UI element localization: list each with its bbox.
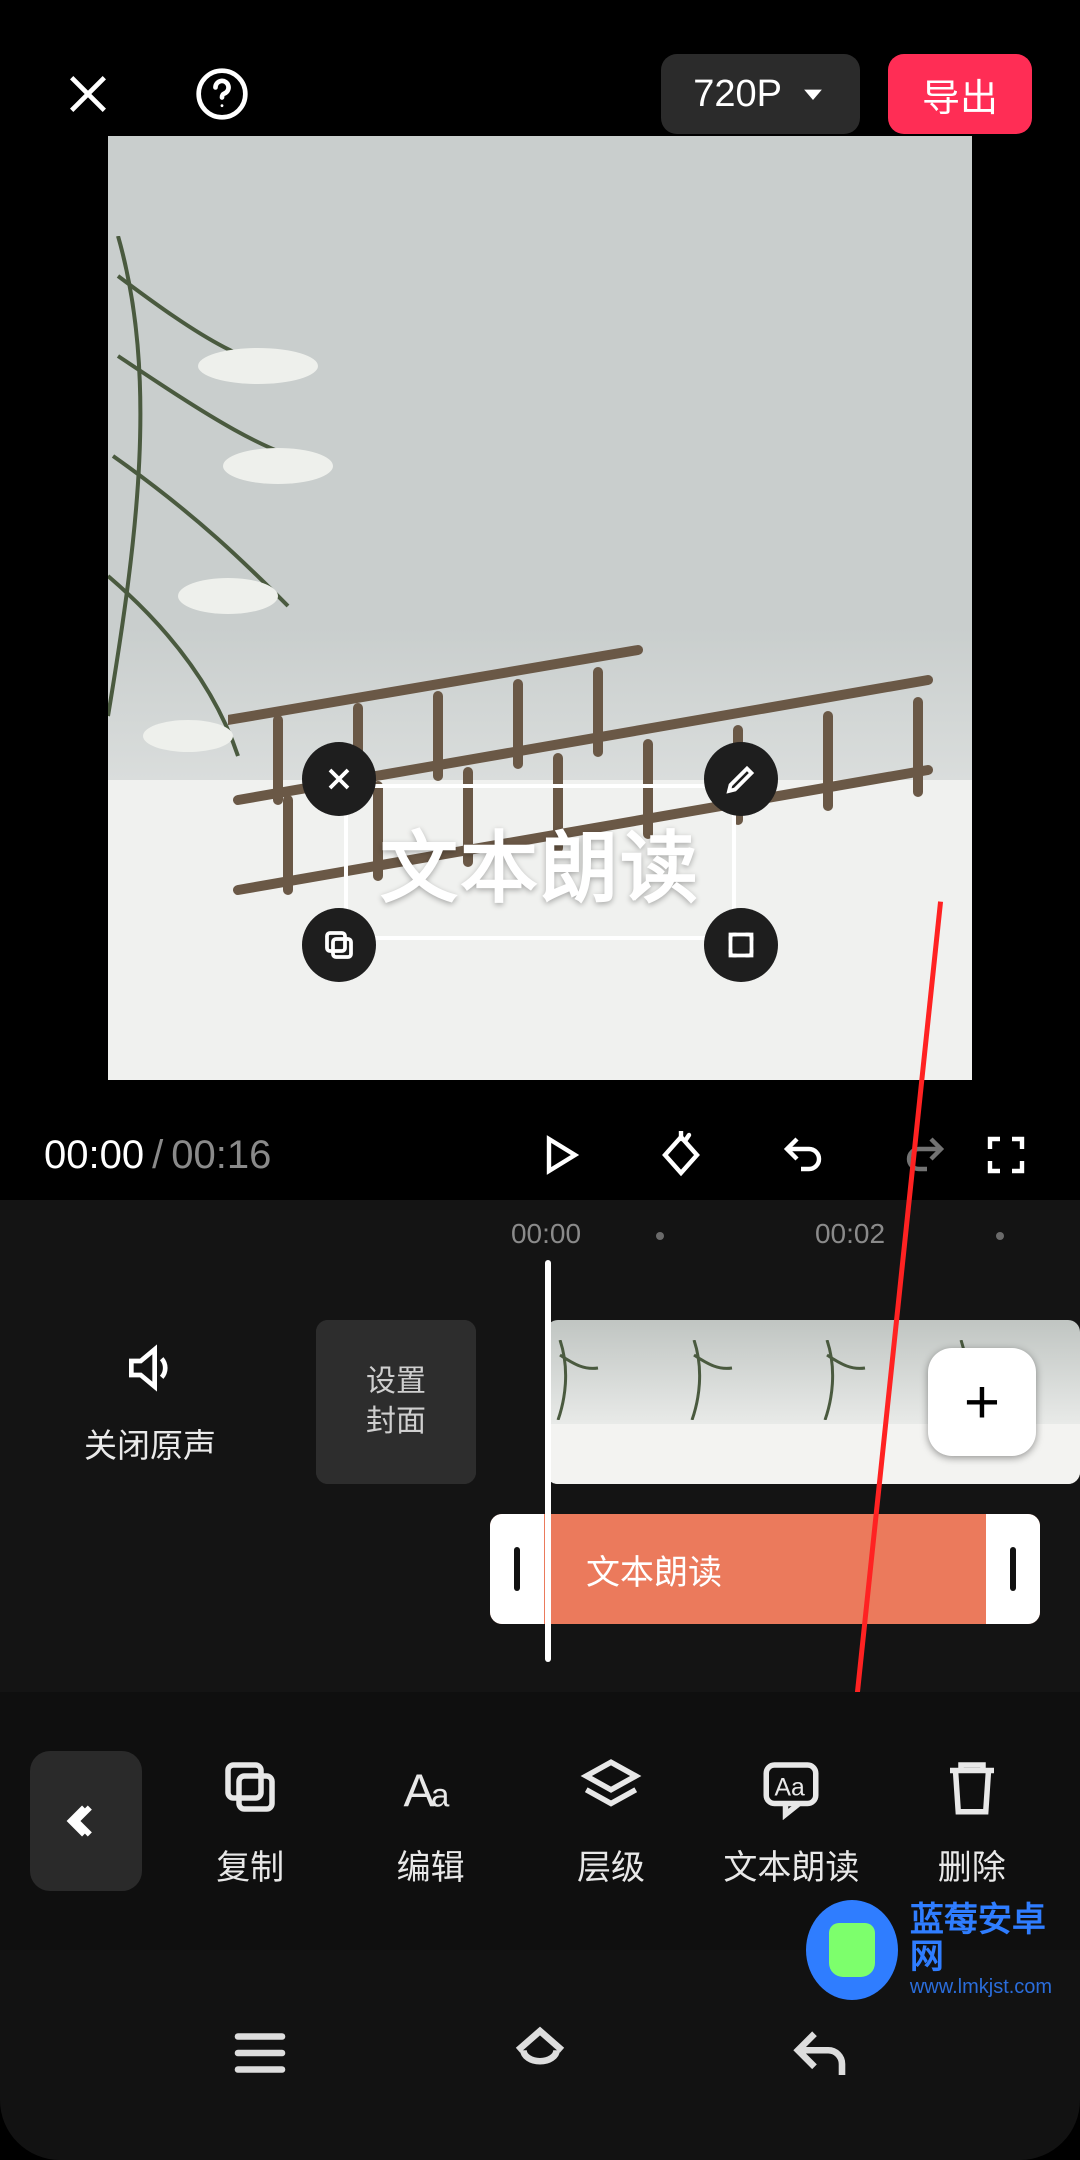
text-edit-handle[interactable] — [704, 742, 778, 816]
tool-edit[interactable]: Aa 编辑 — [356, 1754, 506, 1889]
cover-label-line2: 封面 — [366, 1402, 426, 1443]
text-overlay-content: 文本朗读 — [380, 824, 700, 912]
tool-label: 删除 — [938, 1840, 1006, 1889]
timeline[interactable]: 00:00 00:02 关闭原声 设置 封面 + — [0, 1200, 1080, 1692]
svg-text:Aa: Aa — [775, 1774, 806, 1801]
tool-text-to-speech[interactable]: Aa 文本朗读 — [716, 1754, 866, 1889]
copy-icon — [217, 1754, 283, 1820]
cover-label-line1: 设置 — [366, 1362, 426, 1403]
text-delete-handle[interactable] — [302, 742, 376, 816]
total-time: 00:16 — [171, 1133, 271, 1178]
nav-menu-button[interactable] — [227, 2020, 293, 2091]
play-button[interactable] — [529, 1125, 589, 1185]
tts-icon: Aa — [758, 1754, 824, 1820]
nav-back-button[interactable] — [787, 2020, 853, 2091]
track-trim-left[interactable] — [490, 1514, 544, 1624]
playhead[interactable] — [545, 1260, 551, 1662]
help-button[interactable] — [182, 54, 262, 134]
resolution-selector[interactable]: 720P — [661, 54, 860, 134]
export-label: 导出 — [922, 67, 998, 122]
layers-icon — [578, 1754, 644, 1820]
tool-delete[interactable]: 删除 — [897, 1754, 1047, 1889]
resolution-label: 720P — [693, 73, 782, 116]
text-track-label: 文本朗读 — [586, 1545, 722, 1594]
add-clip-button[interactable]: + — [928, 1348, 1036, 1456]
close-button[interactable] — [48, 54, 128, 134]
tool-label: 层级 — [577, 1840, 645, 1889]
set-cover-button[interactable]: 设置 封面 — [316, 1320, 476, 1484]
keyframe-button[interactable] — [651, 1125, 711, 1185]
mute-original-audio[interactable]: 关闭原声 — [0, 1340, 300, 1467]
text-track-item[interactable]: 文本朗读 — [490, 1514, 1040, 1624]
text-scale-handle[interactable] — [704, 908, 778, 982]
ruler-label: 00:02 — [815, 1218, 885, 1250]
ruler-tick — [996, 1232, 1004, 1240]
watermark-line1: 蓝莓安卓网 — [910, 1902, 1066, 1977]
watermark: 蓝莓安卓网 www.lmkjst.com — [806, 1890, 1066, 2010]
trash-icon — [939, 1754, 1005, 1820]
export-button[interactable]: 导出 — [888, 54, 1032, 134]
svg-text:a: a — [431, 1776, 450, 1813]
watermark-logo-icon — [806, 1900, 898, 2000]
nav-home-button[interactable] — [507, 2020, 573, 2091]
video-preview[interactable]: 文本朗读 — [108, 136, 972, 1080]
time-ruler: 00:00 00:02 — [0, 1218, 1080, 1262]
watermark-line2: www.lmkjst.com — [910, 1976, 1066, 1998]
tool-layer[interactable]: 层级 — [536, 1754, 686, 1889]
chevron-down-icon — [798, 79, 828, 109]
mute-label: 关闭原声 — [0, 1419, 300, 1467]
tool-label: 文本朗读 — [723, 1840, 859, 1889]
tool-label: 编辑 — [397, 1840, 465, 1889]
player-bar: 00:00 / 00:16 — [0, 1110, 1080, 1200]
tool-copy[interactable]: 复制 — [175, 1754, 325, 1889]
fullscreen-button[interactable] — [976, 1125, 1036, 1185]
text-icon: Aa — [398, 1754, 464, 1820]
tool-label: 复制 — [216, 1840, 284, 1889]
time-separator: / — [152, 1133, 163, 1178]
text-copy-handle[interactable] — [302, 908, 376, 982]
redo-button[interactable] — [895, 1125, 955, 1185]
toolbar-back-button[interactable] — [30, 1751, 142, 1891]
text-overlay[interactable]: 文本朗读 — [344, 784, 736, 940]
ruler-label: 00:00 — [511, 1218, 581, 1250]
track-trim-right[interactable] — [986, 1514, 1040, 1624]
current-time: 00:00 — [44, 1133, 144, 1178]
undo-button[interactable] — [773, 1125, 833, 1185]
ruler-tick — [656, 1232, 664, 1240]
